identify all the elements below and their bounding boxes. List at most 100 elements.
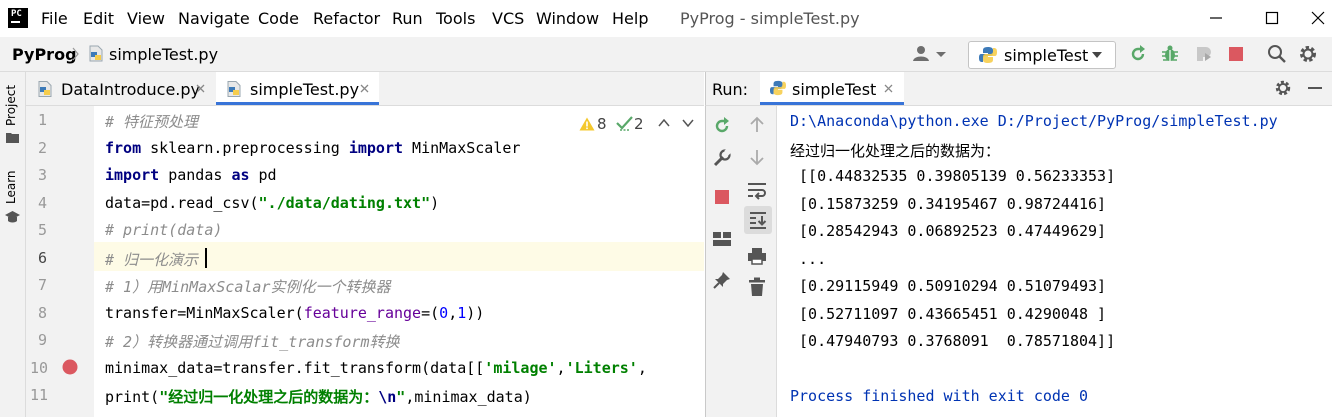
code-line[interactable]: import pandas as pd: [105, 166, 277, 184]
user-icon[interactable]: [912, 44, 948, 64]
project-tool-tab[interactable]: Project: [4, 85, 18, 126]
trash-icon[interactable]: [748, 277, 766, 297]
arrow-down-icon[interactable]: [748, 148, 766, 166]
close-tab-icon[interactable]: [360, 84, 369, 93]
code-line[interactable]: # 归一化演示: [105, 249, 198, 270]
close-tab-icon[interactable]: [196, 84, 205, 93]
code-token: # 2）转换器通过调用fit_transform转换: [105, 333, 400, 351]
menu-refactor[interactable]: Refactor: [313, 9, 380, 28]
weak-warning-check-icon[interactable]: [616, 116, 633, 131]
search-icon[interactable]: [1267, 44, 1287, 64]
line-number: 10: [30, 358, 49, 377]
code-token: )): [466, 303, 485, 322]
tab-dataintroduce[interactable]: DataIntroduce.py: [28, 72, 214, 104]
line-number: 6: [38, 248, 48, 267]
code-token: ,: [637, 358, 647, 377]
code-line[interactable]: # 1）用MinMaxScalar实例化一个转换器: [105, 276, 390, 297]
minimize-icon[interactable]: [1204, 6, 1228, 30]
code-token: print(: [105, 388, 160, 406]
close-icon[interactable]: [1306, 6, 1330, 30]
menu-vcs[interactable]: VCS: [492, 9, 524, 28]
run-panel-label: Run:: [712, 80, 749, 99]
menu-run[interactable]: Run: [392, 9, 423, 28]
menu-tools[interactable]: Tools: [436, 9, 475, 28]
wrench-icon[interactable]: [712, 148, 732, 168]
line-number: 9: [38, 331, 48, 349]
rerun-icon[interactable]: [712, 116, 732, 136]
line-number: 2: [38, 138, 48, 157]
code-token: pd: [249, 166, 277, 184]
settings-gear-icon[interactable]: [1274, 79, 1292, 97]
pin-icon[interactable]: [712, 270, 732, 290]
code-token: MinMaxScaler: [403, 138, 521, 157]
chevron-down-icon[interactable]: [682, 119, 694, 127]
stop-icon[interactable]: [1228, 46, 1244, 62]
code-token: "经过归一化处理之后的数据为：: [159, 388, 379, 406]
console-line: ...: [790, 249, 827, 268]
tab-simpletest[interactable]: simpleTest.py: [216, 72, 379, 105]
graduation-cap-icon: [5, 211, 20, 223]
pycharm-logo-icon: PC: [8, 8, 28, 28]
settings-gear-icon[interactable]: [1298, 44, 1318, 64]
menu-edit[interactable]: Edit: [83, 9, 114, 28]
chevron-up-icon[interactable]: [658, 119, 670, 127]
menu-file[interactable]: File: [41, 9, 68, 28]
breadcrumb-project[interactable]: PyProg: [12, 45, 77, 64]
run-config-select[interactable]: simpleTest: [968, 41, 1116, 69]
warning-count: 8: [597, 115, 607, 133]
menu-view[interactable]: View: [127, 9, 165, 28]
window-title: PyProg - simpleTest.py: [680, 9, 860, 28]
python-icon: [770, 80, 786, 96]
console-line: [[0.44832535 0.39805139 0.56233353]: [790, 167, 1116, 185]
code-line[interactable]: # 2）转换器通过调用fit_transform转换: [105, 331, 400, 352]
code-line[interactable]: # 特征预处理: [105, 111, 198, 132]
console-line: [0.29115949 0.50910294 0.51079493]: [790, 277, 1107, 295]
code-token: =(: [421, 303, 440, 322]
scroll-to-end-button[interactable]: [744, 206, 772, 234]
close-tab-icon[interactable]: [884, 84, 893, 93]
line-number: 7: [38, 276, 48, 294]
line-number: 11: [30, 386, 49, 404]
menu-code[interactable]: Code: [258, 9, 299, 28]
layout-icon[interactable]: [712, 230, 732, 248]
code-token: sklearn.preprocessing: [141, 138, 349, 157]
weak-warning-count: 2: [634, 115, 644, 133]
console-line: D:\Anaconda\python.exe D:/Project/PyProg…: [790, 112, 1278, 130]
code-line[interactable]: data=pd.read_csv("./data/dating.txt"): [105, 194, 439, 212]
code-line[interactable]: transfer=MinMaxScaler(feature_range=(0,1…: [105, 304, 484, 322]
menu-window[interactable]: Window: [536, 9, 599, 28]
maximize-icon[interactable]: [1260, 6, 1284, 30]
title-bar: PC File Edit View Navigate Code Refactor…: [0, 0, 1332, 37]
console-line: [0.28542943 0.06892523 0.47449629]: [790, 222, 1107, 240]
code-token: \n: [378, 388, 397, 406]
code-line[interactable]: # print(data): [105, 221, 222, 239]
python-file-icon: [38, 81, 52, 97]
learn-tool-tab[interactable]: Learn: [4, 170, 18, 204]
code-line[interactable]: from sklearn.preprocessing import MinMax…: [105, 139, 520, 157]
arrow-up-icon[interactable]: [748, 116, 766, 134]
console-line: [0.47940793 0.3768091 0.78571804]]: [790, 332, 1116, 350]
minimize-panel-icon[interactable]: [1308, 87, 1322, 90]
code-token: 0: [439, 303, 449, 322]
menu-help[interactable]: Help: [612, 9, 648, 28]
code-line[interactable]: print("经过归一化处理之后的数据为：\n",minimax_data): [105, 386, 532, 407]
debug-icon[interactable]: [1160, 44, 1180, 64]
code-token: 1: [457, 303, 467, 322]
menu-navigate[interactable]: Navigate: [178, 9, 250, 28]
line-number: 8: [38, 303, 48, 322]
run-tab-simpletest[interactable]: simpleTest: [760, 72, 904, 105]
breakpoint-icon[interactable]: [62, 359, 78, 375]
soft-wrap-icon[interactable]: [746, 180, 768, 200]
line-number: 1: [38, 111, 48, 129]
rerun-icon[interactable]: [1128, 44, 1148, 64]
breadcrumb-file[interactable]: simpleTest.py: [109, 45, 218, 64]
code-line[interactable]: minimax_data=transfer.fit_transform(data…: [105, 359, 647, 377]
print-icon[interactable]: [747, 246, 767, 266]
warning-icon[interactable]: [579, 117, 595, 131]
stop-icon[interactable]: [715, 190, 729, 204]
code-token: feature_range: [303, 303, 422, 322]
code-token: # print(data): [105, 221, 223, 239]
coverage-icon[interactable]: [1194, 44, 1214, 64]
scroll-to-end-icon: [750, 212, 767, 229]
run-tab-label: simpleTest: [792, 80, 877, 99]
